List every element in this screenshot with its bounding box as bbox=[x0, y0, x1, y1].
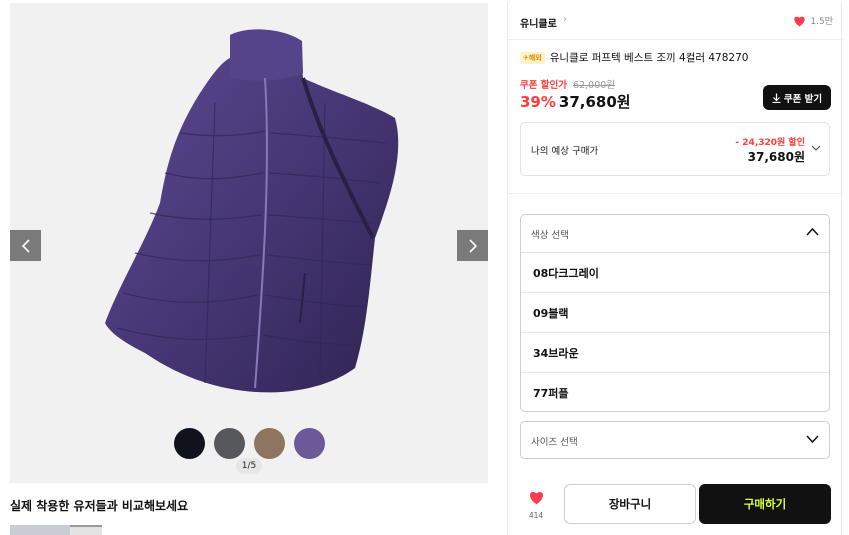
product-info-panel: 유니클로 › 1.5만 ✈해외 유니클로 퍼프텍 베스트 조끼 4컬러 4782… bbox=[507, 3, 843, 535]
color-select-dropdown: 색상 선택 08다크그레이 09블랙 34브라운 77퍼플 bbox=[520, 214, 830, 412]
color-option[interactable]: 34브라운 bbox=[521, 333, 829, 373]
brand-row: 유니클로 › 1.5만 bbox=[508, 3, 843, 40]
coupon-price-label: 쿠폰 할인가 62,000원 bbox=[520, 77, 615, 91]
chevron-up-icon bbox=[806, 227, 819, 236]
size-select[interactable]: 사이즈 선택 bbox=[520, 421, 830, 459]
original-price: 62,000원 bbox=[573, 80, 616, 91]
color-select-placeholder: 색상 선택 bbox=[531, 230, 569, 241]
size-select-placeholder: 사이즈 선택 bbox=[531, 437, 578, 448]
get-coupon-button[interactable]: 쿠폰 받기 bbox=[763, 85, 831, 110]
chevron-right-icon: › bbox=[563, 14, 567, 25]
divider bbox=[508, 193, 843, 194]
next-image-button[interactable] bbox=[457, 230, 488, 261]
swatch-purple[interactable] bbox=[293, 428, 325, 459]
buy-now-button[interactable]: 구매하기 bbox=[699, 484, 831, 524]
chevron-left-icon bbox=[21, 238, 30, 253]
chevron-down-icon bbox=[811, 145, 821, 151]
product-page: 1/5 실제 착용한 유저들과 비교해보세요 유니클로 › 1.5만 ✈해외 유… bbox=[0, 0, 849, 535]
color-option[interactable]: 77퍼플 bbox=[521, 373, 829, 411]
user-photo-thumb[interactable] bbox=[70, 525, 102, 535]
wishlist-count: 414 bbox=[528, 511, 544, 520]
brand-link[interactable]: 유니클로 bbox=[520, 15, 557, 30]
heart-icon bbox=[794, 16, 806, 26]
user-photo-thumb[interactable] bbox=[10, 525, 70, 535]
estimated-price-label: 나의 예상 구매가 bbox=[531, 146, 599, 157]
overseas-badge: ✈해외 bbox=[520, 51, 545, 64]
product-title: 유니클로 퍼프텍 베스트 조끼 4컬러 478270 bbox=[549, 52, 749, 64]
color-select[interactable]: 색상 선택 bbox=[521, 215, 829, 253]
like-count: 1.5만 bbox=[810, 17, 833, 27]
sale-price: 37,680원 bbox=[558, 93, 631, 111]
download-icon bbox=[772, 93, 781, 103]
estimated-discount: - 24,320원 할인 bbox=[735, 138, 805, 148]
product-title-row: ✈해외 유니클로 퍼프텍 베스트 조끼 4컬러 478270 bbox=[520, 50, 748, 65]
estimated-price-box[interactable]: 나의 예상 구매가 - 24,320원 할인 37,680원 bbox=[520, 122, 830, 176]
swatch-black[interactable] bbox=[173, 428, 205, 459]
user-photo-strip[interactable] bbox=[10, 525, 102, 535]
price-line: 39% 37,680원 bbox=[520, 91, 631, 112]
prev-image-button[interactable] bbox=[10, 230, 41, 261]
add-to-cart-button[interactable]: 장바구니 bbox=[564, 484, 696, 524]
color-option[interactable]: 08다크그레이 bbox=[521, 253, 829, 293]
get-coupon-label: 쿠폰 받기 bbox=[783, 93, 823, 105]
compare-section-title: 실제 착용한 유저들과 비교해보세요 bbox=[10, 499, 189, 513]
color-swatches bbox=[10, 428, 488, 459]
coupon-label: 쿠폰 할인가 bbox=[520, 80, 568, 91]
swatch-brown[interactable] bbox=[253, 428, 285, 459]
swatch-dark-gray[interactable] bbox=[213, 428, 245, 459]
chevron-down-icon bbox=[806, 435, 819, 444]
color-option[interactable]: 09블랙 bbox=[521, 293, 829, 333]
estimated-price: 37,680원 bbox=[747, 150, 805, 164]
discount-rate: 39% bbox=[520, 93, 556, 111]
chevron-right-icon bbox=[468, 238, 477, 253]
image-pager: 1/5 bbox=[236, 458, 262, 474]
like-button[interactable]: 1.5만 bbox=[793, 14, 833, 27]
wishlist-button[interactable]: 414 bbox=[524, 490, 548, 520]
product-image-vest bbox=[105, 29, 399, 393]
heart-icon bbox=[529, 491, 543, 505]
product-image-gallery[interactable]: 1/5 bbox=[10, 3, 488, 483]
